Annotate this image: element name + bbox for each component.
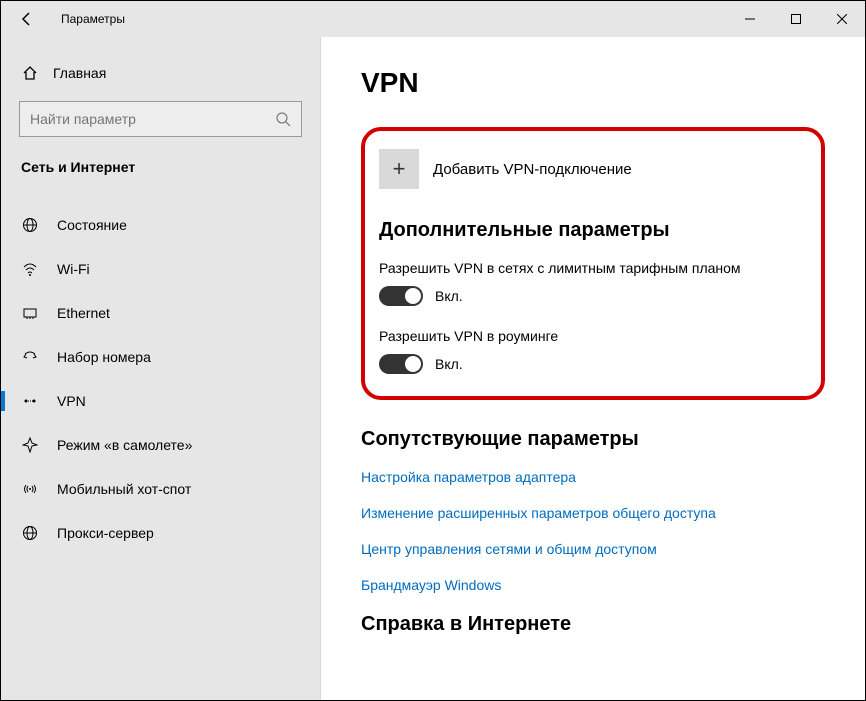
link-adapter-settings[interactable]: Настройка параметров адаптера (361, 469, 825, 485)
close-button[interactable] (819, 1, 865, 37)
page-title: VPN (361, 67, 825, 99)
sidebar-item-wifi[interactable]: Wi-Fi (1, 247, 320, 291)
back-button[interactable] (9, 5, 45, 33)
sidebar-item-label: Wi-Fi (57, 261, 90, 277)
home-label: Главная (53, 65, 106, 81)
sidebar-section-title: Сеть и Интернет (1, 159, 320, 189)
plus-icon: + (379, 149, 419, 189)
sidebar-item-label: VPN (57, 393, 86, 409)
setting-label: Разрешить VPN в роуминге (379, 328, 807, 344)
link-network-center[interactable]: Центр управления сетями и общим доступом (361, 541, 825, 557)
toggle-vpn-metered[interactable] (379, 286, 423, 306)
sidebar-item-hotspot[interactable]: Мобильный хот-спот (1, 467, 320, 511)
add-vpn-label: Добавить VPN-подключение (433, 161, 632, 178)
sidebar-item-label: Режим «в самолете» (57, 437, 192, 453)
add-vpn-button[interactable]: + Добавить VPN-подключение (379, 149, 807, 189)
window-controls (727, 1, 865, 37)
toggle-state: Вкл. (435, 288, 463, 304)
setting-vpn-roaming: Разрешить VPN в роуминге Вкл. (379, 328, 807, 374)
sidebar-item-proxy[interactable]: Прокси-сервер (1, 511, 320, 555)
setting-label: Разрешить VPN в сетях с лимитным тарифны… (379, 260, 807, 276)
sidebar-item-label: Мобильный хот-спот (57, 481, 191, 497)
related-heading: Сопутствующие параметры (361, 428, 825, 451)
setting-vpn-metered: Разрешить VPN в сетях с лимитным тарифны… (379, 260, 807, 306)
sidebar-item-vpn[interactable]: VPN (1, 379, 320, 423)
airplane-icon (21, 437, 39, 453)
toggle-vpn-roaming[interactable] (379, 354, 423, 374)
sidebar-item-label: Ethernet (57, 305, 110, 321)
ethernet-icon (21, 305, 39, 321)
sidebar: Главная Сеть и Интернет Состояние Wi-Fi … (1, 37, 321, 700)
link-sharing-settings[interactable]: Изменение расширенных параметров общего … (361, 505, 825, 521)
highlight-annotation: + Добавить VPN-подключение Дополнительны… (361, 127, 825, 400)
sidebar-item-status[interactable]: Состояние (1, 203, 320, 247)
search-box[interactable] (19, 101, 302, 137)
proxy-icon (21, 525, 39, 541)
advanced-heading: Дополнительные параметры (379, 219, 807, 242)
window-title: Параметры (61, 12, 125, 26)
sidebar-item-label: Прокси-сервер (57, 525, 154, 541)
sidebar-item-airplane[interactable]: Режим «в самолете» (1, 423, 320, 467)
titlebar: Параметры (1, 1, 865, 37)
dialup-icon (21, 349, 39, 365)
sidebar-item-ethernet[interactable]: Ethernet (1, 291, 320, 335)
hotspot-icon (21, 481, 39, 497)
vpn-icon (21, 393, 39, 409)
main-panel: VPN + Добавить VPN-подключение Дополните… (321, 37, 865, 700)
sidebar-item-label: Состояние (57, 217, 127, 233)
sidebar-item-dialup[interactable]: Набор номера (1, 335, 320, 379)
wifi-icon (21, 261, 39, 277)
minimize-button[interactable] (727, 1, 773, 37)
sidebar-item-label: Набор номера (57, 349, 151, 365)
maximize-button[interactable] (773, 1, 819, 37)
home-nav[interactable]: Главная (1, 55, 320, 91)
search-icon (275, 111, 291, 127)
globe-icon (21, 217, 39, 233)
toggle-state: Вкл. (435, 356, 463, 372)
home-icon (21, 65, 39, 81)
help-heading: Справка в Интернете (361, 613, 825, 636)
search-input[interactable] (30, 111, 275, 127)
link-firewall[interactable]: Брандмауэр Windows (361, 577, 825, 593)
